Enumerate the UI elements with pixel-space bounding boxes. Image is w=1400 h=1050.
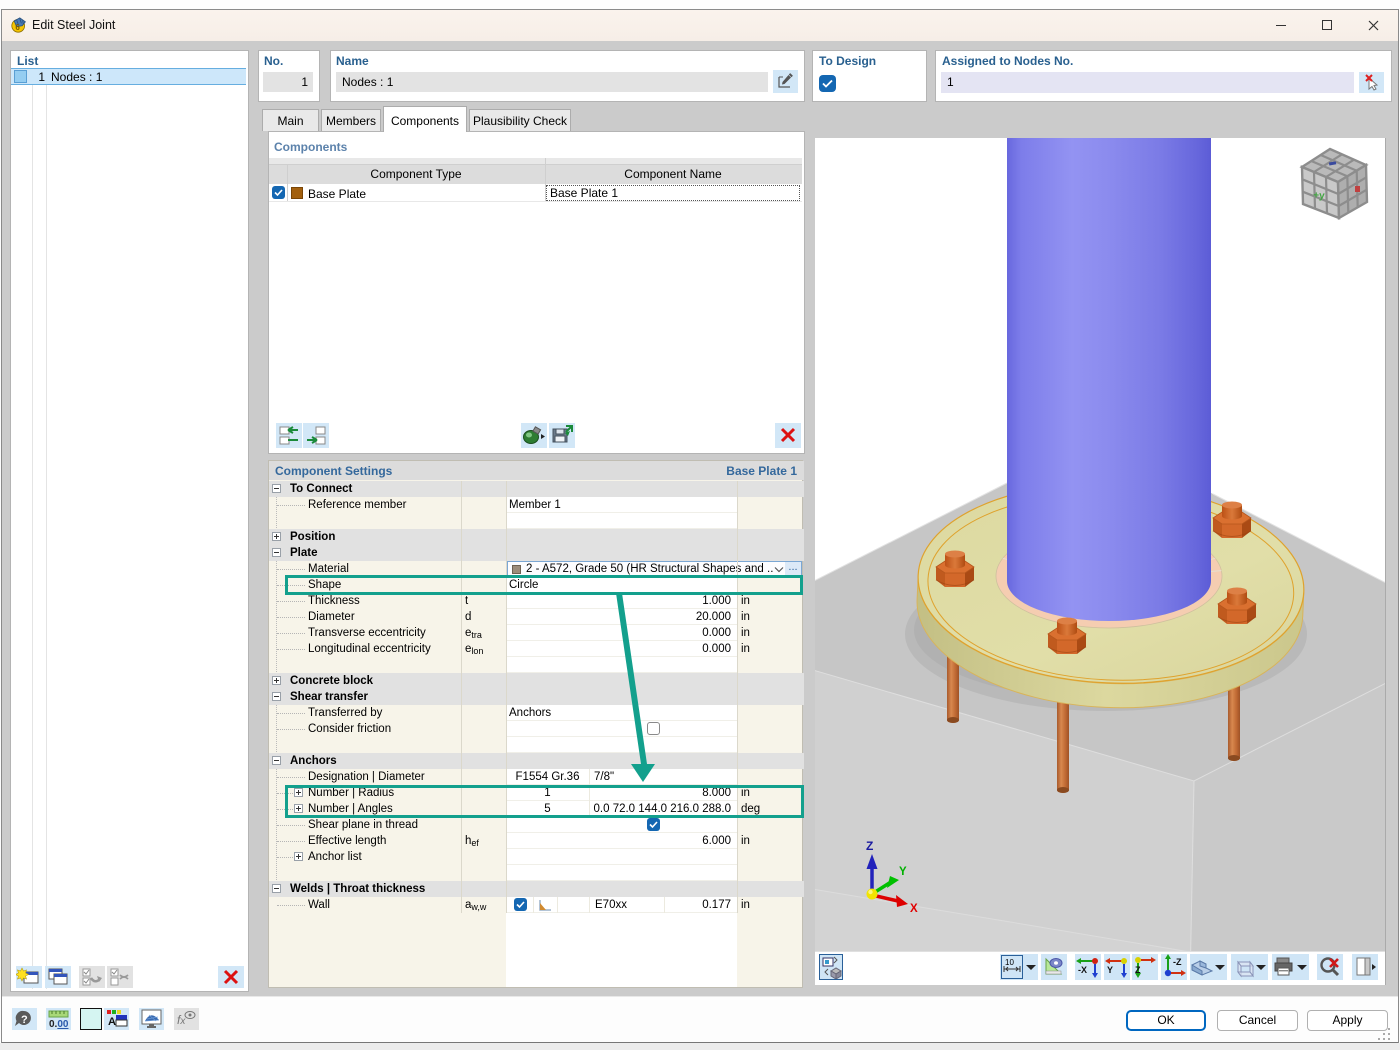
- svg-text:?: ?: [21, 1014, 28, 1026]
- svg-text:6: 6: [15, 23, 20, 32]
- svg-text:Z: Z: [866, 839, 873, 853]
- svg-text:0.00: 0.00: [49, 1019, 69, 1030]
- svg-text:A: A: [108, 1016, 116, 1028]
- svg-text:+y: +y: [1313, 190, 1326, 202]
- svg-text:10: 10: [1005, 958, 1014, 967]
- svg-text:-Z: -Z: [1173, 957, 1182, 967]
- svg-text:Y: Y: [899, 866, 907, 878]
- svg-text:Z: Z: [1135, 965, 1141, 975]
- svg-text:-X: -X: [1078, 965, 1087, 975]
- svg-text:Y: Y: [1107, 965, 1113, 975]
- svg-text:X: X: [910, 903, 918, 915]
